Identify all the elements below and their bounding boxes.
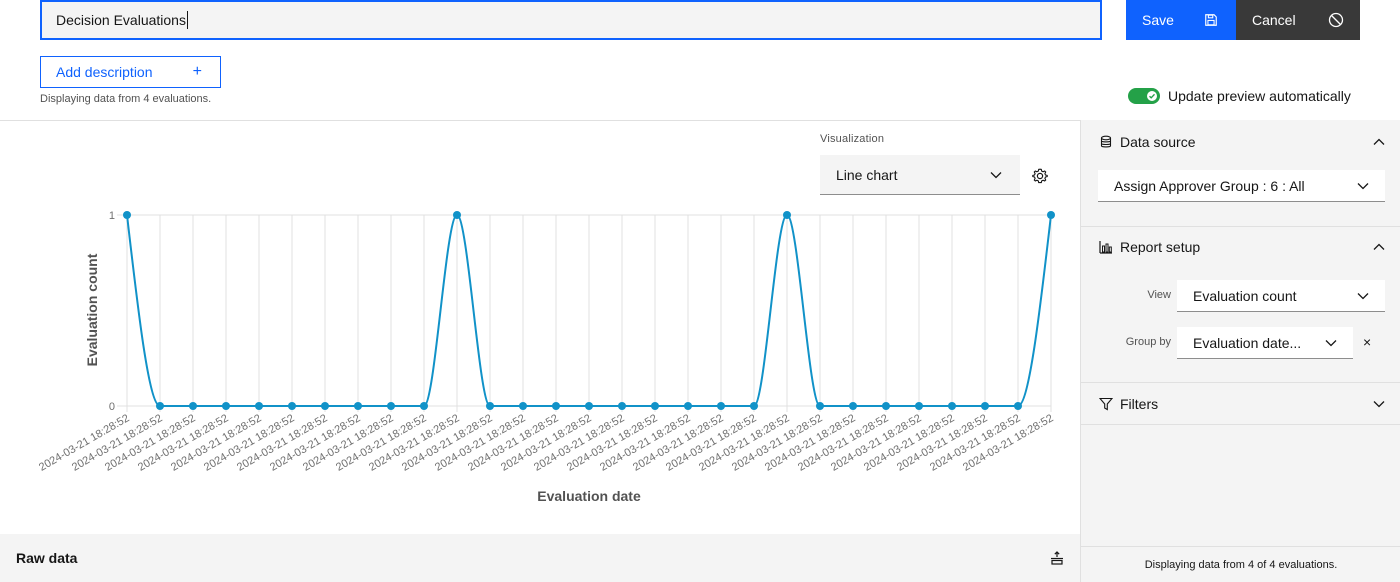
data-point[interactable] — [453, 211, 461, 219]
data-point[interactable] — [816, 402, 824, 410]
save-icon — [1204, 13, 1218, 27]
line-chart: 01 2024-03-21 18:28:522024-03-21 18:28:5… — [0, 200, 1080, 520]
group-by-selected: Evaluation date... — [1193, 335, 1301, 351]
data-source-section-header[interactable]: Data source — [1081, 120, 1400, 164]
auto-update-toggle-group: Update preview automatically — [1128, 88, 1351, 104]
y-tick-label: 0 — [109, 401, 115, 413]
database-icon — [1099, 135, 1113, 149]
x-axis-title: Evaluation date — [537, 488, 641, 504]
checkmark-icon — [1147, 91, 1157, 101]
chevron-up-icon — [1373, 243, 1385, 251]
view-label: View — [1121, 289, 1171, 301]
raw-data-title: Raw data — [16, 550, 77, 566]
data-point[interactable] — [915, 402, 923, 410]
data-point[interactable] — [1047, 211, 1055, 219]
chevron-down-icon — [1357, 182, 1369, 190]
data-point[interactable] — [123, 211, 131, 219]
clear-group-by-icon[interactable]: × — [1363, 334, 1371, 350]
cancel-button[interactable]: Cancel — [1236, 0, 1360, 40]
report-setup-title: Report setup — [1120, 239, 1200, 255]
chevron-down-icon — [1325, 339, 1337, 347]
data-point[interactable] — [1014, 402, 1022, 410]
data-point[interactable] — [552, 402, 560, 410]
cancel-button-label: Cancel — [1252, 12, 1296, 28]
data-point[interactable] — [783, 211, 791, 219]
data-point[interactable] — [651, 402, 659, 410]
expand-up-icon[interactable] — [1050, 551, 1064, 565]
gear-icon[interactable] — [1031, 167, 1049, 185]
header-divider — [0, 120, 1080, 121]
data-point[interactable] — [288, 402, 296, 410]
y-axis-ticks: 01 — [109, 210, 115, 413]
data-point[interactable] — [948, 402, 956, 410]
data-point[interactable] — [849, 402, 857, 410]
x-axis-ticks: 2024-03-21 18:28:522024-03-21 18:28:5220… — [37, 412, 1055, 473]
report-config-panel: Data source Assign Approver Group : 6 : … — [1080, 120, 1400, 582]
data-point[interactable] — [750, 402, 758, 410]
auto-update-toggle[interactable] — [1128, 88, 1160, 104]
visualization-label: Visualization — [820, 133, 884, 145]
chevron-up-icon — [1373, 138, 1385, 146]
text-caret — [187, 11, 188, 29]
data-point[interactable] — [519, 402, 527, 410]
save-button[interactable]: Save — [1126, 0, 1236, 40]
data-point[interactable] — [420, 402, 428, 410]
data-point[interactable] — [222, 402, 230, 410]
add-description-button[interactable]: Add description + — [40, 56, 221, 88]
y-axis-title: Evaluation count — [84, 253, 100, 366]
y-tick-label: 1 — [109, 210, 115, 222]
evaluations-note: Displaying data from 4 evaluations. — [40, 93, 211, 105]
data-point[interactable] — [486, 402, 494, 410]
prohibited-icon — [1328, 12, 1344, 28]
group-by-select[interactable]: Evaluation date... — [1177, 327, 1353, 359]
view-select[interactable]: Evaluation count — [1177, 280, 1385, 312]
add-description-label: Add description — [56, 64, 153, 80]
data-point[interactable] — [618, 402, 626, 410]
data-point[interactable] — [255, 402, 263, 410]
view-selected: Evaluation count — [1193, 288, 1297, 304]
panel-footer-note: Displaying data from 4 of 4 evaluations. — [1081, 546, 1400, 582]
filter-icon — [1099, 397, 1113, 411]
data-point[interactable] — [717, 402, 725, 410]
chevron-down-icon — [1357, 292, 1369, 300]
report-title-value: Decision Evaluations — [56, 12, 186, 28]
save-button-label: Save — [1142, 12, 1174, 28]
data-source-select[interactable]: Assign Approver Group : 6 : All — [1098, 170, 1385, 202]
report-setup-section-header[interactable]: Report setup — [1081, 225, 1400, 269]
section-divider — [1081, 424, 1400, 425]
data-point[interactable] — [981, 402, 989, 410]
data-point[interactable] — [354, 402, 362, 410]
data-source-selected: Assign Approver Group : 6 : All — [1114, 178, 1305, 194]
data-point[interactable] — [189, 402, 197, 410]
bar-chart-icon — [1099, 240, 1113, 254]
data-point[interactable] — [684, 402, 692, 410]
raw-data-bar[interactable]: Raw data — [0, 534, 1080, 582]
data-point[interactable] — [882, 402, 890, 410]
add-icon: + — [193, 63, 202, 81]
data-point[interactable] — [585, 402, 593, 410]
data-point[interactable] — [321, 402, 329, 410]
visualization-selected: Line chart — [836, 167, 897, 183]
data-point[interactable] — [156, 402, 164, 410]
group-by-label: Group by — [1111, 336, 1171, 348]
chevron-down-icon — [990, 171, 1002, 179]
filters-section-header[interactable]: Filters — [1081, 382, 1400, 426]
chart-grid — [117, 215, 1051, 412]
data-source-title: Data source — [1120, 134, 1195, 150]
auto-update-label: Update preview automatically — [1168, 88, 1351, 104]
chevron-down-icon — [1373, 400, 1385, 408]
visualization-select[interactable]: Line chart — [820, 155, 1020, 195]
filters-title: Filters — [1120, 396, 1158, 412]
report-title-input[interactable]: Decision Evaluations — [40, 0, 1102, 40]
data-point[interactable] — [387, 402, 395, 410]
